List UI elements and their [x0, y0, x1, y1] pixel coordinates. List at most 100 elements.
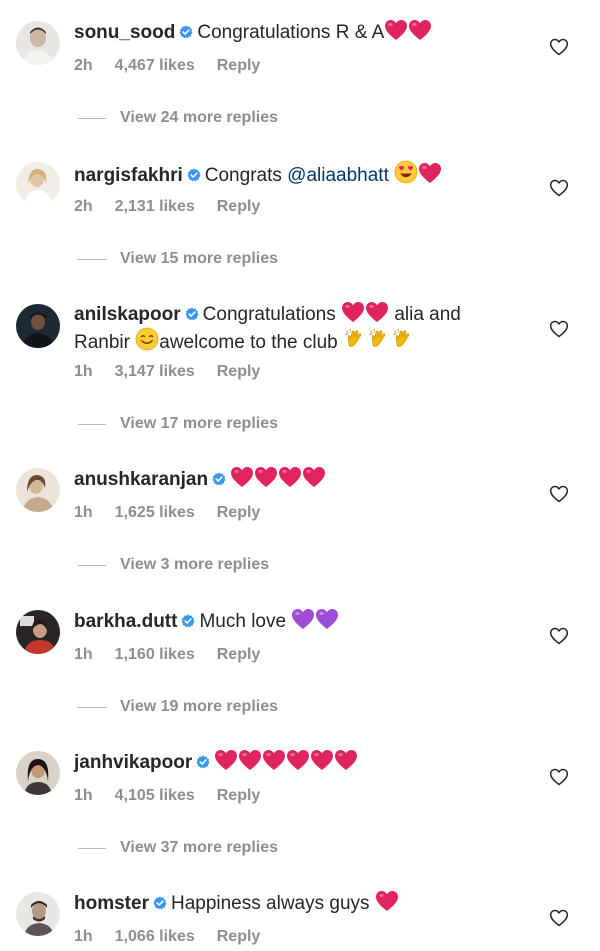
comment-body: Happiness always guys [170, 893, 370, 914]
reply-button[interactable]: Reply [217, 787, 261, 804]
red-heart-emoji-icon [214, 749, 238, 771]
avatar[interactable] [16, 610, 60, 654]
red-heart-emoji-icon [310, 749, 334, 771]
username[interactable]: anilskapoor [74, 304, 181, 325]
verified-badge-icon [181, 614, 195, 628]
like-heart-icon[interactable] [549, 908, 569, 928]
comment-text: sonu_sood Congratulations R & A [74, 19, 534, 45]
comment-meta: 1h 1,066 likes Reply [74, 928, 282, 946]
verified-badge-icon [185, 307, 199, 321]
comment-text: barkha.dutt Much love [74, 608, 534, 634]
avatar[interactable] [16, 304, 60, 348]
comment-time: 1h [74, 504, 93, 521]
verified-badge-icon [179, 25, 193, 39]
heart-eyes-emoji-icon [394, 160, 418, 184]
red-heart-emoji-icon [254, 466, 278, 488]
purple-heart-emoji-icon [291, 608, 315, 630]
clapping-hands-emoji-icon [367, 327, 391, 351]
like-heart-icon[interactable] [549, 319, 569, 339]
red-heart-emoji-icon [238, 749, 262, 771]
view-replies-button[interactable]: View 19 more replies [78, 698, 278, 716]
red-heart-emoji-icon [408, 19, 432, 41]
verified-badge-icon [153, 896, 167, 910]
avatar[interactable] [16, 892, 60, 936]
view-replies-button[interactable]: View 15 more replies [78, 250, 278, 268]
red-heart-emoji-icon [286, 749, 310, 771]
comment-body: Congratulations [202, 304, 336, 325]
comment-time: 1h [74, 928, 93, 945]
comment-time: 2h [74, 198, 93, 215]
username[interactable]: nargisfakhri [74, 165, 183, 186]
comment-text: anilskapoor Congratulations alia and Ranbi… [74, 301, 534, 355]
view-replies-button[interactable]: View 3 more replies [78, 556, 269, 574]
comment-body: awelcome to the club [159, 332, 338, 353]
reply-button[interactable]: Reply [217, 928, 261, 945]
like-heart-icon[interactable] [549, 37, 569, 57]
username[interactable]: barkha.dutt [74, 611, 177, 632]
avatar[interactable] [16, 468, 60, 512]
red-heart-emoji-icon [418, 162, 442, 184]
reply-button[interactable]: Reply [217, 363, 261, 380]
reply-button[interactable]: Reply [217, 646, 261, 663]
reply-button[interactable]: Reply [217, 198, 261, 215]
red-heart-emoji-icon [230, 466, 254, 488]
divider-line [78, 564, 106, 566]
comment-text: janhvikapoor [74, 749, 534, 775]
view-replies-button[interactable]: View 37 more replies [78, 839, 278, 857]
divider-line [78, 258, 106, 260]
comment-body: Congratulations R & A [197, 22, 385, 43]
like-heart-icon[interactable] [549, 178, 569, 198]
like-heart-icon[interactable] [549, 484, 569, 504]
like-heart-icon[interactable] [549, 767, 569, 787]
likes-count[interactable]: 1,160 likes [115, 646, 195, 663]
like-heart-icon[interactable] [549, 626, 569, 646]
comment-meta: 1h 1,160 likes Reply [74, 646, 282, 664]
likes-count[interactable]: 2,131 likes [115, 198, 195, 215]
username[interactable]: anushkaranjan [74, 469, 208, 490]
comment-body: Much love [199, 611, 287, 632]
divider-line [78, 706, 106, 708]
likes-count[interactable]: 4,467 likes [115, 57, 195, 74]
verified-badge-icon [196, 755, 210, 769]
comment-text: nargisfakhri Congrats @aliaabhatt [74, 160, 534, 188]
avatar[interactable] [16, 21, 60, 65]
likes-count[interactable]: 1,066 likes [115, 928, 195, 945]
reply-button[interactable]: Reply [217, 57, 261, 74]
username[interactable]: janhvikapoor [74, 752, 192, 773]
divider-line [78, 423, 106, 425]
comment-meta: 2h 4,467 likes Reply [74, 57, 282, 75]
comment-meta: 1h 4,105 likes Reply [74, 787, 282, 805]
purple-heart-emoji-icon [315, 608, 339, 630]
comment-body: Congrats [204, 165, 282, 186]
comment-text: homster Happiness always guys [74, 890, 534, 916]
avatar[interactable] [16, 162, 60, 206]
likes-count[interactable]: 1,625 likes [115, 504, 195, 521]
view-replies-button[interactable]: View 17 more replies [78, 415, 278, 433]
reply-button[interactable]: Reply [217, 504, 261, 521]
likes-count[interactable]: 4,105 likes [115, 787, 195, 804]
comment-text: anushkaranjan [74, 466, 534, 492]
red-heart-emoji-icon [384, 19, 408, 41]
mention-link[interactable]: @aliaabhatt [287, 165, 389, 186]
comment-meta: 1h 1,625 likes Reply [74, 504, 282, 522]
red-heart-emoji-icon [302, 466, 326, 488]
comment-meta: 1h 3,147 likes Reply [74, 363, 282, 381]
smiling-face-emoji-icon [135, 327, 159, 351]
likes-count[interactable]: 3,147 likes [115, 363, 195, 380]
comment-meta: 2h 2,131 likes Reply [74, 198, 282, 216]
comment-time: 2h [74, 57, 93, 74]
red-heart-emoji-icon [365, 301, 389, 323]
clapping-hands-emoji-icon [343, 327, 367, 351]
username[interactable]: sonu_sood [74, 22, 175, 43]
red-heart-emoji-icon [334, 749, 358, 771]
comment-body: Ranbir [74, 332, 130, 353]
red-heart-emoji-icon [278, 466, 302, 488]
red-heart-emoji-icon [262, 749, 286, 771]
avatar[interactable] [16, 751, 60, 795]
divider-line [78, 847, 106, 849]
verified-badge-icon [212, 472, 226, 486]
red-heart-emoji-icon [341, 301, 365, 323]
username[interactable]: homster [74, 893, 149, 914]
view-replies-button[interactable]: View 24 more replies [78, 109, 278, 127]
comment-time: 1h [74, 363, 93, 380]
